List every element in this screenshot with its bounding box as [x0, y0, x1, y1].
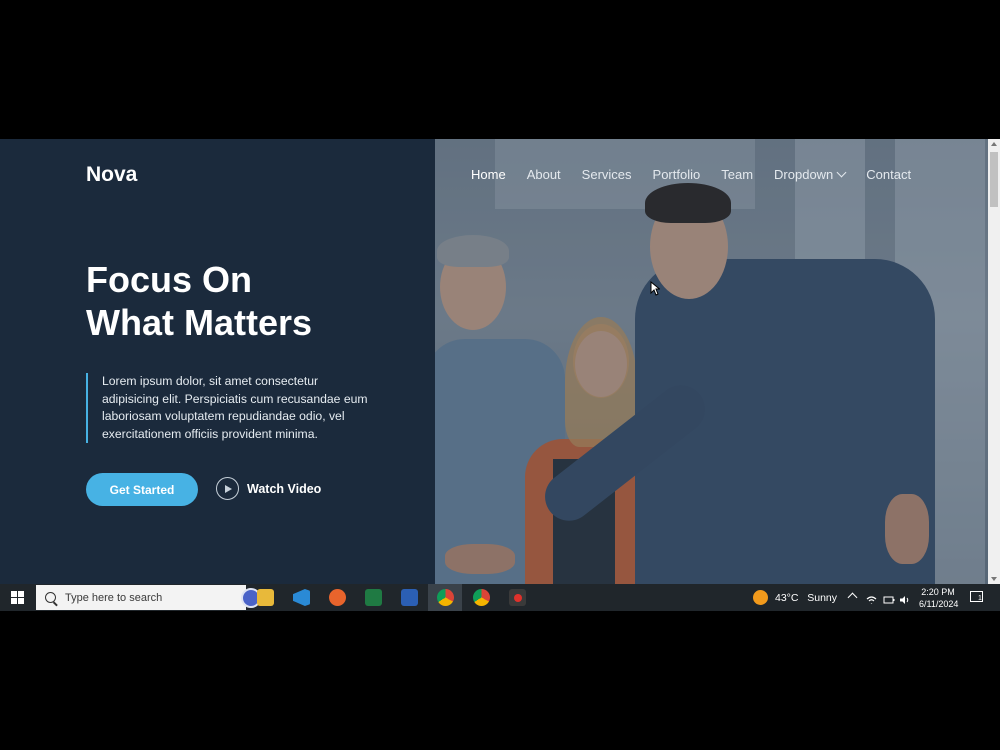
- excel-icon[interactable]: [365, 589, 382, 606]
- clock-time: 2:20 PM: [921, 587, 955, 597]
- chrome-icon: [437, 589, 454, 606]
- taskbar-clock[interactable]: 2:20 PM 6/11/2024: [919, 586, 959, 610]
- hero-headline: Focus On What Matters: [86, 258, 416, 344]
- windows-taskbar: Type here to search 43°C Sunny 2:20 PM 6…: [0, 584, 1000, 611]
- chevron-down-icon: [836, 167, 847, 178]
- tray-expand-icon[interactable]: [847, 592, 858, 603]
- notification-center-icon[interactable]: 1: [970, 591, 983, 602]
- search-placeholder: Type here to search: [65, 591, 163, 604]
- notification-count: 1: [978, 595, 982, 602]
- nav-dropdown-label: Dropdown: [774, 167, 834, 182]
- word-icon[interactable]: [401, 589, 418, 606]
- battery-icon[interactable]: [883, 592, 895, 604]
- file-explorer-icon[interactable]: [257, 589, 274, 606]
- weather-sun-icon[interactable]: [753, 590, 768, 605]
- taskbar-search-box[interactable]: Type here to search: [36, 585, 261, 610]
- firefox-icon[interactable]: [329, 589, 346, 606]
- mouse-cursor-icon: [650, 281, 660, 296]
- nav-contact[interactable]: Contact: [866, 167, 911, 182]
- scroll-up-arrow-icon[interactable]: [991, 142, 997, 146]
- scroll-thumb[interactable]: [990, 152, 998, 207]
- weather-readout[interactable]: 43°C Sunny: [775, 592, 837, 604]
- nav-about[interactable]: About: [527, 167, 561, 182]
- search-icon: [45, 592, 56, 603]
- volume-icon[interactable]: [899, 592, 910, 604]
- play-icon: [216, 477, 239, 500]
- nav-services[interactable]: Services: [582, 167, 632, 182]
- headline-line-2: What Matters: [86, 302, 313, 343]
- nav-home[interactable]: Home: [471, 167, 506, 182]
- main-nav: Home About Services Portfolio Team Dropd…: [471, 167, 932, 182]
- taskbar-active-app[interactable]: [428, 584, 462, 611]
- chrome-icon[interactable]: [473, 589, 490, 606]
- vscode-icon[interactable]: [293, 589, 310, 606]
- hero-description: Lorem ipsum dolor, sit amet consectetur …: [86, 373, 374, 443]
- hero-left-panel: Nova Focus On What Matters Lorem ipsum d…: [0, 139, 435, 584]
- hero-image: Home About Services Portfolio Team Dropd…: [435, 139, 988, 584]
- windows-start-icon[interactable]: [11, 591, 25, 605]
- nav-team[interactable]: Team: [721, 167, 753, 182]
- wifi-icon[interactable]: [866, 592, 877, 604]
- site-logo[interactable]: Nova: [86, 163, 137, 187]
- page-scrollbar[interactable]: [988, 139, 1000, 584]
- watch-video-label: Watch Video: [247, 481, 322, 496]
- weather-desc: Sunny: [807, 592, 838, 604]
- nav-dropdown[interactable]: Dropdown: [774, 167, 847, 182]
- weather-temp: 43°C: [775, 592, 799, 604]
- scroll-down-arrow-icon[interactable]: [991, 577, 997, 581]
- browser-viewport: Nova Focus On What Matters Lorem ipsum d…: [0, 139, 1000, 611]
- screen-recorder-icon[interactable]: [509, 589, 526, 606]
- nav-portfolio[interactable]: Portfolio: [653, 167, 701, 182]
- watch-video-link[interactable]: Watch Video: [216, 477, 321, 500]
- get-started-button[interactable]: Get Started: [86, 473, 198, 506]
- headline-line-1: Focus On: [86, 259, 253, 300]
- clock-date: 6/11/2024: [919, 599, 959, 609]
